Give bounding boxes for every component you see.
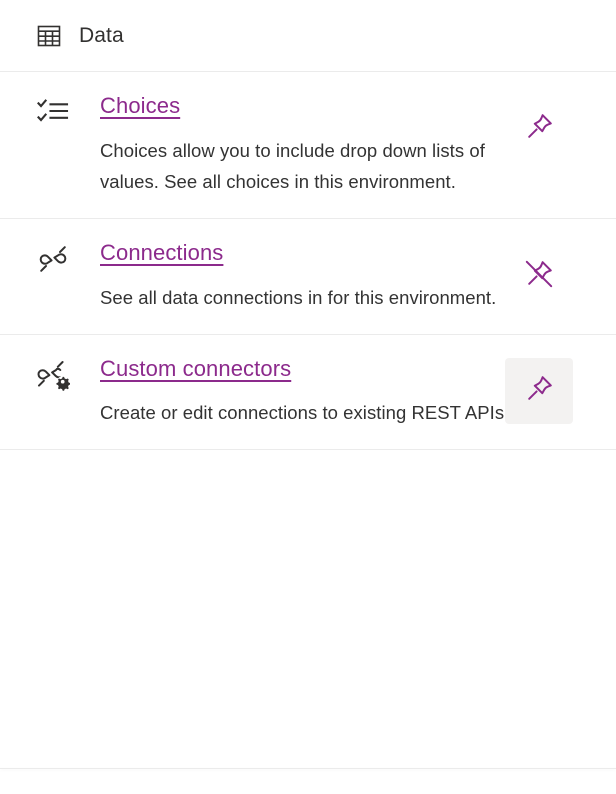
list-item-connections: Connections See all data connections in …: [0, 219, 616, 335]
data-card-list: Choices Choices allow you to include dro…: [0, 72, 616, 451]
link-custom-connectors[interactable]: Custom connectors: [100, 356, 291, 382]
pin-button-connections[interactable]: [505, 242, 573, 308]
page-title: Data: [79, 24, 124, 47]
list-item-custom-connectors: Custom connectors Create or edit connect…: [0, 334, 616, 451]
pin-icon: [522, 372, 556, 409]
pin-icon: [522, 110, 556, 147]
description-connections: See all data connections in for this env…: [100, 286, 497, 308]
description-choices: Choices allow you to include drop down l…: [100, 139, 485, 193]
plug-gear-icon: [36, 359, 70, 393]
panel-header: Data: [0, 0, 616, 72]
footer-divider: [0, 768, 616, 769]
link-connections[interactable]: Connections: [100, 241, 223, 266]
description-custom-connectors: Create or edit connections to existing R…: [100, 402, 510, 424]
link-choices[interactable]: Choices: [100, 93, 180, 119]
list-item-choices: Choices Choices allow you to include dro…: [0, 72, 616, 220]
pin-off-icon: [522, 257, 556, 294]
checklist-icon: [36, 96, 70, 130]
plug-connection-icon: [36, 243, 70, 277]
table-grid-icon: [36, 23, 62, 49]
data-panel: Data Choices Choices allow you to includ…: [0, 0, 616, 794]
pin-button-choices[interactable]: [505, 95, 573, 161]
pin-button-custom-connectors[interactable]: [505, 357, 573, 424]
